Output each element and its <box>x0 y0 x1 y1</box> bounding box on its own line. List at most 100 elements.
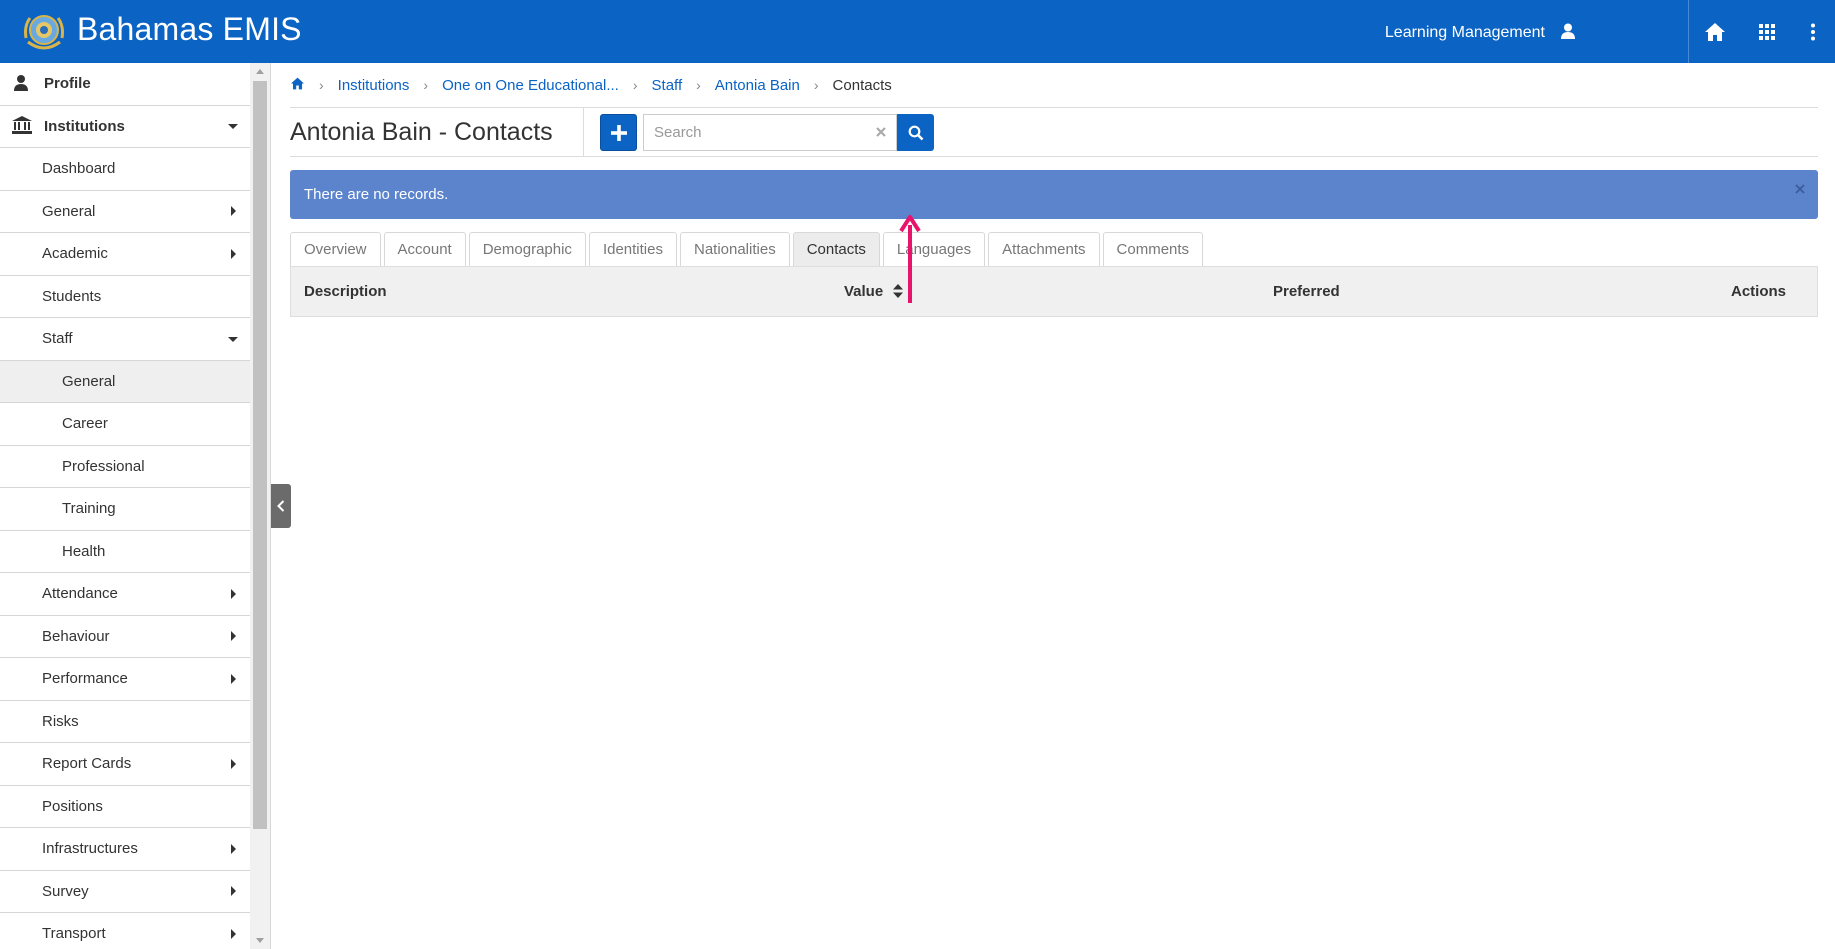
scroll-up-arrow-icon[interactable] <box>256 69 264 74</box>
add-contact-button[interactable] <box>600 114 637 151</box>
caret-right-icon <box>231 631 236 642</box>
breadcrumb-separator-icon: › <box>319 77 324 93</box>
apps-grid-icon <box>1759 23 1775 40</box>
sidebar-item-institutions[interactable]: Institutions <box>0 106 250 148</box>
sidebar-item-label: Staff <box>42 330 73 348</box>
sidebar-item-infrastructures[interactable]: Infrastructures <box>0 828 250 871</box>
sidebar-item-students[interactable]: Students <box>0 276 250 318</box>
divider <box>290 107 1818 108</box>
alert-message: There are no records. <box>304 186 449 203</box>
plus-icon <box>610 124 627 141</box>
app-title[interactable]: Bahamas EMIS <box>77 11 302 48</box>
sidebar-item-label: Report Cards <box>42 755 132 773</box>
sidebar-item-report-cards[interactable]: Report Cards <box>0 743 250 786</box>
caret-right-icon <box>231 248 236 259</box>
sidebar-item-label: Survey <box>42 882 89 900</box>
caret-right-icon <box>231 206 236 217</box>
sidebar-item-label: General <box>42 202 96 220</box>
sidebar-item-label: Dashboard <box>42 160 116 178</box>
tab-identities[interactable]: Identities <box>588 232 677 266</box>
header-divider <box>1688 0 1689 63</box>
tab-overview[interactable]: Overview <box>290 232 381 266</box>
breadcrumb-current: Contacts <box>832 76 892 94</box>
contacts-table-header: Description Value Preferred Actions <box>290 266 1818 317</box>
sidebar-item-attendance[interactable]: Attendance <box>0 573 250 616</box>
sidebar-item-label: Risks <box>42 712 79 730</box>
search-icon <box>908 125 923 140</box>
tab-account[interactable]: Account <box>383 232 466 266</box>
tab-bar: Overview Account Demographic Identities … <box>290 232 1206 266</box>
module-label[interactable]: Learning Management <box>1385 24 1545 42</box>
top-navbar: Bahamas EMIS Learning Management <box>0 0 1835 63</box>
tab-comments[interactable]: Comments <box>1102 232 1204 266</box>
more-vertical-icon <box>1810 23 1815 40</box>
sidebar-item-dashboard[interactable]: Dashboard <box>0 148 250 191</box>
breadcrumb-institution-name[interactable]: One on One Educational... <box>442 77 619 94</box>
sidebar-item-label: Behaviour <box>42 627 110 645</box>
column-header-preferred: Preferred <box>1273 283 1340 300</box>
sidebar-item-label: Profile <box>44 75 91 93</box>
search-button[interactable] <box>897 114 934 151</box>
breadcrumb-separator-icon: › <box>423 77 429 93</box>
home-button[interactable] <box>1690 0 1740 63</box>
caret-right-icon <box>231 843 236 854</box>
sidebar-item-staff[interactable]: Staff <box>0 318 250 361</box>
emis-logo-icon[interactable] <box>20 8 68 56</box>
sidebar-item-label: Health <box>62 542 106 560</box>
tab-demographic[interactable]: Demographic <box>468 232 586 266</box>
sidebar-item-label: Academic <box>42 245 108 263</box>
sidebar-item-profile[interactable]: Profile <box>0 63 250 106</box>
breadcrumb-home-link[interactable] <box>290 77 305 94</box>
sidebar-item-health[interactable]: Health <box>0 530 250 573</box>
sidebar-item-transport[interactable]: Transport <box>0 913 250 949</box>
sidebar-item-staff-general[interactable]: General <box>0 360 250 403</box>
sidebar-nav: Profile Institutions Dashboard General A… <box>0 63 250 949</box>
column-header-actions: Actions <box>1731 283 1787 300</box>
sidebar-item-survey[interactable]: Survey <box>0 871 250 913</box>
sidebar-item-professional[interactable]: Professional <box>0 445 250 488</box>
search-field[interactable] <box>643 114 897 151</box>
divider <box>290 156 1818 157</box>
sidebar-item-behaviour[interactable]: Behaviour <box>0 616 250 658</box>
caret-down-icon <box>228 124 238 130</box>
sidebar-scrollbar[interactable] <box>250 63 270 949</box>
breadcrumb-staff[interactable]: Staff <box>652 77 683 94</box>
caret-right-icon <box>231 673 236 684</box>
breadcrumb-separator-icon: › <box>696 77 701 93</box>
sidebar-collapse-button[interactable] <box>271 484 291 528</box>
caret-right-icon <box>231 928 236 939</box>
tab-attachments[interactable]: Attachments <box>988 232 1100 266</box>
chevron-left-icon <box>277 500 285 512</box>
sidebar-item-training[interactable]: Training <box>0 488 250 531</box>
sidebar-item-label: Attendance <box>42 585 118 603</box>
sidebar-item-label: Professional <box>62 457 145 475</box>
divider <box>583 108 584 156</box>
sidebar-item-label: General <box>62 372 116 390</box>
breadcrumb-staff-name[interactable]: Antonia Bain <box>715 77 800 94</box>
sidebar-item-performance[interactable]: Performance <box>0 658 250 701</box>
search-input[interactable] <box>644 115 864 150</box>
sidebar-item-positions[interactable]: Positions <box>0 786 250 828</box>
breadcrumb-separator-icon: › <box>632 77 638 93</box>
user-icon <box>12 74 32 94</box>
sidebar-item-risks[interactable]: Risks <box>0 701 250 743</box>
sidebar-item-label: Students <box>42 287 102 305</box>
apps-grid-button[interactable] <box>1742 0 1792 63</box>
tab-contacts[interactable]: Contacts <box>792 232 880 266</box>
sidebar-item-career[interactable]: Career <box>0 403 250 446</box>
column-header-value[interactable]: Value <box>844 283 904 300</box>
more-menu-button[interactable] <box>1790 0 1835 63</box>
sidebar-item-label: Institutions <box>44 117 125 135</box>
sidebar-item-academic[interactable]: Academic <box>0 233 250 276</box>
clear-search-icon[interactable] <box>874 125 888 139</box>
sidebar-item-general[interactable]: General <box>0 191 250 233</box>
breadcrumb-institutions[interactable]: Institutions <box>338 77 410 94</box>
caret-right-icon <box>231 886 236 897</box>
sidebar-scrollbar-thumb[interactable] <box>253 81 267 829</box>
user-icon[interactable] <box>1559 22 1577 40</box>
scroll-down-arrow-icon[interactable] <box>256 938 264 943</box>
home-icon <box>291 77 304 89</box>
main-content: › Institutions › One on One Educational.… <box>290 63 1820 949</box>
close-icon[interactable] <box>1794 182 1806 194</box>
tab-nationalities[interactable]: Nationalities <box>679 232 790 266</box>
